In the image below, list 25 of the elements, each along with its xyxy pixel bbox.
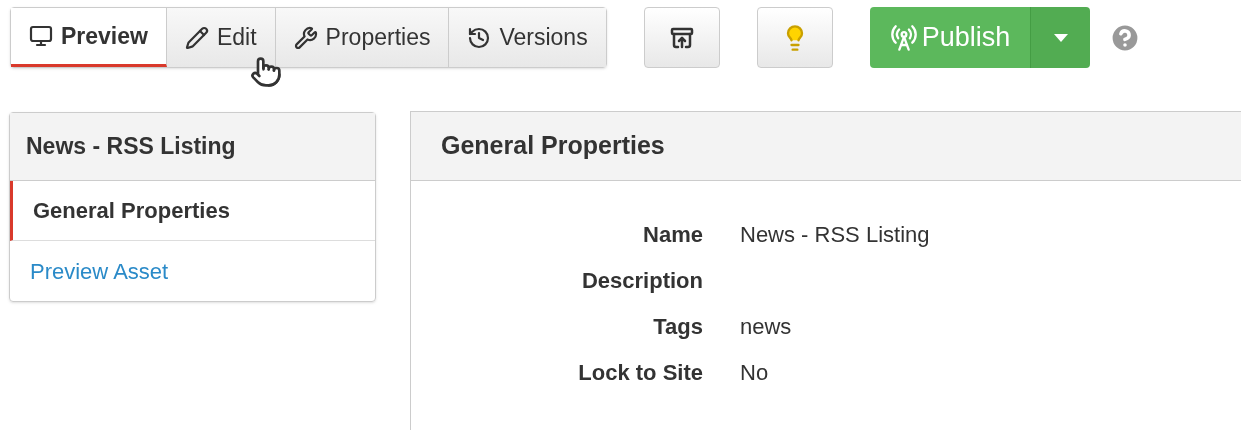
wrench-icon [293,25,318,50]
field-value: No [740,359,770,387]
field-label: Lock to Site [577,359,703,387]
archive-button[interactable] [643,7,720,68]
publish-dropdown-button[interactable] [1030,7,1091,68]
hand-cursor-icon [250,56,282,88]
field-value: News - RSS Listing [740,221,931,249]
field-label: Description [580,267,703,295]
monitor-icon [29,24,53,48]
field-label: Name [642,221,703,249]
sidebar-title: News - RSS Listing [10,113,375,181]
sidebar-item[interactable]: Preview Asset [10,241,375,301]
tab[interactable]: Versions [449,8,606,67]
caret-icon [1053,33,1068,42]
tab[interactable]: Edit [166,8,276,67]
antenna-icon [889,23,918,52]
tab[interactable]: Properties [275,8,450,67]
history-icon [467,25,492,50]
lightbulb-button[interactable] [756,7,833,68]
field-label: Tags [652,313,703,341]
tab[interactable]: Preview [11,8,167,67]
panel-title: General Properties [411,112,1241,181]
pencil-icon [184,25,209,50]
field-value: news [740,313,793,341]
sidebar-item[interactable]: General Properties [10,181,375,241]
